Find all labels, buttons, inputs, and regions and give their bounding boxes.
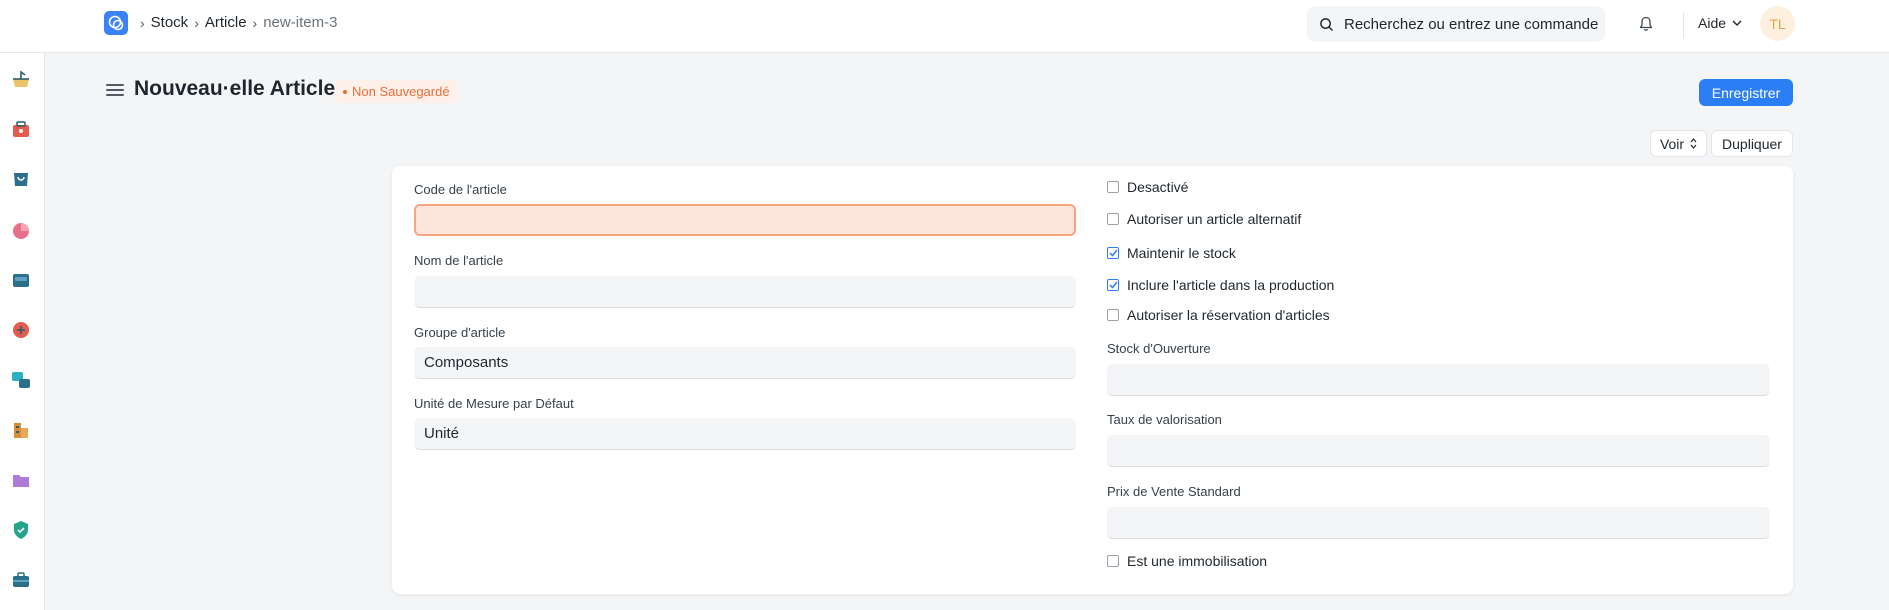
navbar: › Stock › Article › new-item-3 Recherche…: [0, 0, 1889, 53]
allow-reservation-checkbox[interactable]: Autoriser la réservation d'articles: [1107, 307, 1330, 323]
selling-icon[interactable]: [10, 119, 32, 141]
checkbox-icon[interactable]: [1107, 309, 1119, 321]
checkbox-checked-icon[interactable]: [1107, 247, 1119, 259]
projects-icon[interactable]: [10, 369, 32, 391]
item-code-label: Code de l'article: [414, 182, 507, 197]
checkbox-icon[interactable]: [1107, 555, 1119, 567]
include-manufacturing-label: Inclure l'article dans la production: [1127, 277, 1335, 293]
sidebar: [0, 53, 45, 610]
hamburger-menu-icon[interactable]: [106, 82, 124, 98]
search-input[interactable]: Recherchez ou entrez une commande: [1307, 6, 1605, 42]
view-label: Voir: [1659, 135, 1685, 152]
standard-rate-label: Prix de Vente Standard: [1107, 484, 1241, 499]
chevron-right-icon: ›: [194, 14, 199, 31]
checkbox-icon[interactable]: [1107, 181, 1119, 193]
default-uom-label: Unité de Mesure par Défaut: [414, 396, 574, 411]
checkbox-checked-icon[interactable]: [1107, 279, 1119, 291]
allow-reservation-label: Autoriser la réservation d'articles: [1127, 307, 1330, 323]
disabled-checkbox[interactable]: Desactivé: [1107, 179, 1188, 195]
stock-icon[interactable]: [10, 69, 32, 91]
quality-icon[interactable]: [10, 519, 32, 541]
opening-stock-label: Stock d'Ouverture: [1107, 341, 1211, 356]
item-name-input[interactable]: [414, 276, 1076, 308]
allow-alternative-label: Autoriser un article alternatif: [1127, 211, 1302, 227]
checkbox-icon[interactable]: [1107, 213, 1119, 225]
hr-icon[interactable]: [10, 269, 32, 291]
save-button[interactable]: Enregistrer: [1699, 79, 1793, 106]
status-badge: Non Sauvegardé: [335, 80, 458, 103]
user-avatar[interactable]: TL: [1760, 6, 1795, 41]
support-icon[interactable]: [10, 319, 32, 341]
breadcrumb: › Stock › Article › new-item-3: [140, 14, 337, 31]
maintain-stock-label: Maintenir le stock: [1127, 245, 1236, 261]
item-group-label: Groupe d'article: [414, 325, 506, 340]
allow-alternative-checkbox[interactable]: Autoriser un article alternatif: [1107, 211, 1301, 227]
folder-icon[interactable]: [10, 469, 32, 491]
valuation-rate-label: Taux de valorisation: [1107, 412, 1222, 427]
notification-bell-icon[interactable]: [1636, 14, 1656, 34]
chevron-down-icon: [1732, 20, 1742, 26]
maintain-stock-checkbox[interactable]: Maintenir le stock: [1107, 245, 1236, 261]
item-code-input[interactable]: [414, 204, 1076, 236]
view-button[interactable]: Voir: [1650, 130, 1707, 157]
item-form-card: Code de l'article Nom de l'article Group…: [392, 166, 1793, 594]
chevron-right-icon: ›: [252, 14, 258, 31]
breadcrumb-stock[interactable]: Stock: [151, 14, 189, 31]
item-name-label: Nom de l'article: [414, 253, 504, 268]
breadcrumb-article[interactable]: Article: [205, 14, 247, 31]
help-dropdown[interactable]: Aide: [1698, 15, 1742, 31]
default-uom-input[interactable]: Unité: [414, 418, 1076, 450]
valuation-rate-input[interactable]: [1107, 435, 1770, 467]
buying-icon[interactable]: [10, 169, 32, 191]
search-icon: [1320, 17, 1333, 31]
is-fixed-asset-label: Est une immobilisation: [1127, 553, 1268, 569]
breadcrumb-current: new-item-3: [263, 14, 338, 31]
search-placeholder: Recherchez ou entrez une commande: [1344, 15, 1599, 33]
disabled-label: Desactivé: [1127, 179, 1189, 195]
opening-stock-input[interactable]: [1107, 364, 1770, 396]
include-manufacturing-checkbox[interactable]: Inclure l'article dans la production: [1107, 277, 1334, 293]
app-logo-icon[interactable]: [104, 11, 128, 35]
is-fixed-asset-checkbox[interactable]: Est une immobilisation: [1107, 553, 1267, 569]
duplicate-button[interactable]: Dupliquer: [1711, 130, 1793, 157]
page-title: Nouveau·elle Article: [134, 77, 336, 100]
status-dot-icon: [343, 89, 347, 94]
help-label: Aide: [1698, 15, 1727, 31]
standard-rate-input[interactable]: [1107, 507, 1770, 539]
status-label: Non Sauvegardé: [352, 84, 450, 99]
item-group-input[interactable]: Composants: [414, 347, 1076, 379]
navbar-divider: [1683, 12, 1684, 38]
tools-icon[interactable]: [10, 569, 32, 591]
manufacturing-icon[interactable]: [10, 419, 32, 441]
chevron-right-icon: ›: [140, 14, 145, 31]
accounting-icon[interactable]: [10, 219, 32, 241]
sort-updown-icon: [1690, 138, 1697, 149]
